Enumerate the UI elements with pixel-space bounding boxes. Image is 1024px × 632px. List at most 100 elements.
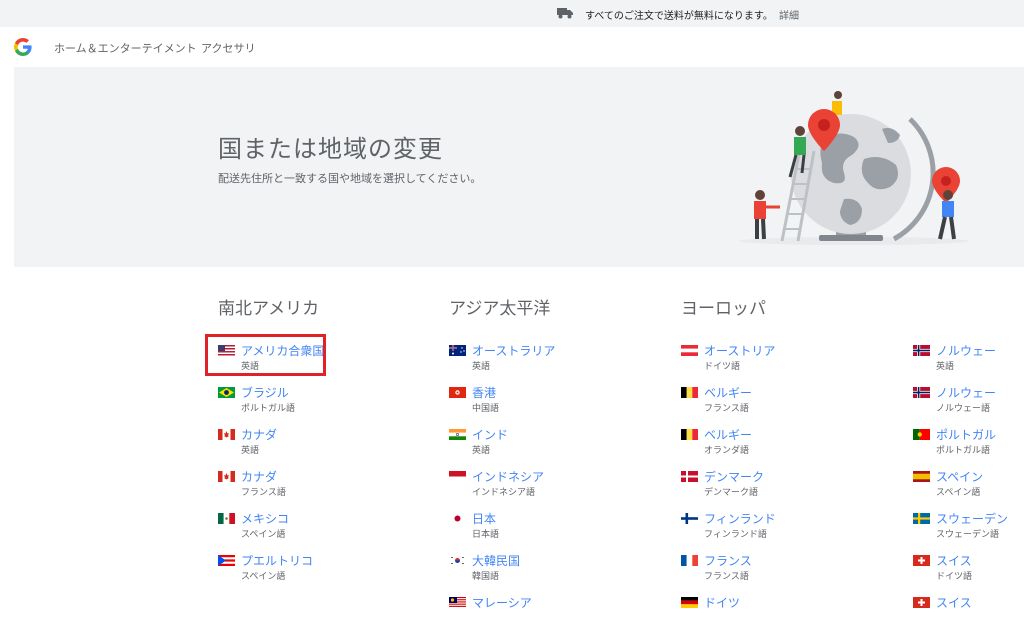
country-language: オランダ語 bbox=[704, 446, 750, 456]
australia-flag-icon bbox=[449, 345, 466, 356]
country-language: 英語 bbox=[472, 362, 491, 372]
country-name[interactable]: ノルウェー bbox=[936, 342, 996, 359]
country-switzerland[interactable]: スイス bbox=[913, 594, 1023, 632]
country-portugal-portuguese[interactable]: ポルトガル ポルトガル語 bbox=[913, 426, 1023, 464]
country-mexico-spanish[interactable]: メキシコ スペイン語 bbox=[218, 510, 398, 548]
country-austria-german[interactable]: オーストリア ドイツ語 bbox=[681, 342, 861, 380]
country-language: 英語 bbox=[472, 446, 491, 456]
country-name[interactable]: スイス bbox=[936, 594, 972, 611]
country-name[interactable]: ベルギー bbox=[704, 384, 752, 401]
country-hong-kong-chinese[interactable]: 香港 中国語 bbox=[449, 384, 629, 422]
country-name[interactable]: ノルウェー bbox=[936, 384, 996, 401]
country-name[interactable]: カナダ bbox=[241, 468, 277, 485]
country-name[interactable]: ドイツ bbox=[704, 594, 740, 611]
country-language: ポルトガル語 bbox=[241, 404, 296, 414]
country-language: ノルウェー語 bbox=[936, 404, 991, 414]
belgium-flag-icon bbox=[681, 429, 698, 440]
country-name[interactable]: オーストリア bbox=[704, 342, 775, 359]
country-belgium-french[interactable]: ベルギー フランス語 bbox=[681, 384, 861, 422]
country-language: 韓国語 bbox=[472, 572, 500, 582]
country-language: ポルトガル語 bbox=[936, 446, 991, 456]
truck-icon bbox=[557, 8, 573, 19]
region-title-europe: ヨーロッパ bbox=[681, 299, 766, 319]
switzerland-flag-icon bbox=[913, 597, 930, 608]
country-name[interactable]: インド bbox=[472, 426, 508, 443]
google-logo-icon[interactable] bbox=[14, 38, 32, 56]
hero-banner: 国または地域の変更 配送先住所と一致する国や地域を選択してください。 bbox=[14, 67, 1024, 267]
country-language: スペイン語 bbox=[936, 488, 981, 498]
country-name[interactable]: カナダ bbox=[241, 426, 277, 443]
country-name[interactable]: 香港 bbox=[472, 384, 496, 401]
malaysia-flag-icon bbox=[449, 597, 466, 608]
country-name[interactable]: 大韓民国 bbox=[472, 552, 520, 569]
country-language: 英語 bbox=[936, 362, 955, 372]
country-switzerland-german[interactable]: スイス ドイツ語 bbox=[913, 552, 1023, 590]
norway-flag-icon bbox=[913, 387, 930, 398]
country-india-english[interactable]: インド 英語 bbox=[449, 426, 629, 464]
country-name[interactable]: フィンランド bbox=[704, 510, 776, 527]
country-indonesia-indonesian[interactable]: インドネシア インドネシア語 bbox=[449, 468, 629, 506]
promo-bar: すべてのご注文で送料が無料になります。 詳細 bbox=[0, 0, 1024, 27]
country-name[interactable]: デンマーク bbox=[704, 468, 764, 485]
country-name[interactable]: スペイン bbox=[936, 468, 983, 485]
country-finland-finnish[interactable]: フィンランド フィンランド語 bbox=[681, 510, 861, 548]
france-flag-icon bbox=[681, 555, 698, 566]
country-denmark-danish[interactable]: デンマーク デンマーク語 bbox=[681, 468, 861, 506]
country-name[interactable]: オーストラリア bbox=[472, 342, 555, 359]
sweden-flag-icon bbox=[913, 513, 930, 524]
brazil-flag-icon bbox=[218, 387, 235, 398]
country-name[interactable]: スウェーデン bbox=[936, 510, 1008, 527]
country-france-french[interactable]: フランス フランス語 bbox=[681, 552, 861, 590]
nav-home-entertainment[interactable]: ホーム＆エンターテイメント bbox=[54, 40, 197, 56]
country-belgium-dutch[interactable]: ベルギー オランダ語 bbox=[681, 426, 861, 464]
country-name[interactable]: メキシコ bbox=[241, 510, 289, 527]
portugal-flag-icon bbox=[913, 429, 930, 440]
country-name[interactable]: ベルギー bbox=[704, 426, 752, 443]
country-name[interactable]: インドネシア bbox=[472, 468, 544, 485]
austria-flag-icon bbox=[681, 345, 698, 356]
globe-illustration bbox=[739, 91, 969, 245]
country-name[interactable]: ブラジル bbox=[241, 384, 289, 401]
indonesia-flag-icon bbox=[449, 471, 466, 482]
country-spain-spanish[interactable]: スペイン スペイン語 bbox=[913, 468, 1023, 506]
country-malaysia[interactable]: マレーシア bbox=[449, 594, 629, 632]
top-nav: ホーム＆エンターテイメント アクセサリ bbox=[0, 27, 1024, 67]
country-germany[interactable]: ドイツ bbox=[681, 594, 861, 632]
country-language: デンマーク語 bbox=[704, 488, 759, 498]
country-australia-english[interactable]: オーストラリア 英語 bbox=[449, 342, 629, 380]
promo-details-link[interactable]: 詳細 bbox=[779, 7, 799, 22]
country-language: スペイン語 bbox=[241, 572, 286, 582]
country-korea-korean[interactable]: 大韓民国 韓国語 bbox=[449, 552, 629, 590]
region-title-asia-pacific: アジア太平洋 bbox=[449, 299, 551, 319]
country-language: ドイツ語 bbox=[936, 572, 973, 582]
country-name[interactable]: スイス bbox=[936, 552, 972, 569]
country-norway-norwegian[interactable]: ノルウェー ノルウェー語 bbox=[913, 384, 1023, 422]
country-language: 中国語 bbox=[472, 404, 500, 414]
country-name[interactable]: 日本 bbox=[472, 510, 496, 527]
country-norway-english[interactable]: ノルウェー 英語 bbox=[913, 342, 1023, 380]
country-name[interactable]: プエルトリコ bbox=[241, 552, 313, 569]
switzerland-flag-icon bbox=[913, 555, 930, 566]
country-name[interactable]: フランス bbox=[704, 552, 752, 569]
country-language: スウェーデン語 bbox=[936, 530, 1000, 540]
country-name[interactable]: マレーシア bbox=[472, 594, 532, 611]
country-puerto-rico-spanish[interactable]: プエルトリコ スペイン語 bbox=[218, 552, 398, 590]
country-canada-english[interactable]: カナダ 英語 bbox=[218, 426, 398, 464]
country-language: インドネシア語 bbox=[472, 488, 536, 498]
page-title: 国または地域の変更 bbox=[218, 135, 443, 163]
country-canada-french[interactable]: カナダ フランス語 bbox=[218, 468, 398, 506]
country-sweden-swedish[interactable]: スウェーデン スウェーデン語 bbox=[913, 510, 1023, 548]
nav-accessories[interactable]: アクセサリ bbox=[201, 40, 255, 56]
country-language: フランス語 bbox=[704, 572, 749, 582]
selected-country-highlight bbox=[205, 334, 326, 376]
denmark-flag-icon bbox=[681, 471, 698, 482]
mexico-flag-icon bbox=[218, 513, 235, 524]
country-brazil-portuguese[interactable]: ブラジル ポルトガル語 bbox=[218, 384, 398, 422]
country-japan-japanese[interactable]: 日本 日本語 bbox=[449, 510, 629, 548]
country-name[interactable]: ポルトガル bbox=[936, 426, 996, 443]
hong-kong-flag-icon bbox=[449, 387, 466, 398]
country-language: フランス語 bbox=[241, 488, 286, 498]
country-language: フランス語 bbox=[704, 404, 749, 414]
canada-flag-icon bbox=[218, 471, 235, 482]
norway-flag-icon bbox=[913, 345, 930, 356]
